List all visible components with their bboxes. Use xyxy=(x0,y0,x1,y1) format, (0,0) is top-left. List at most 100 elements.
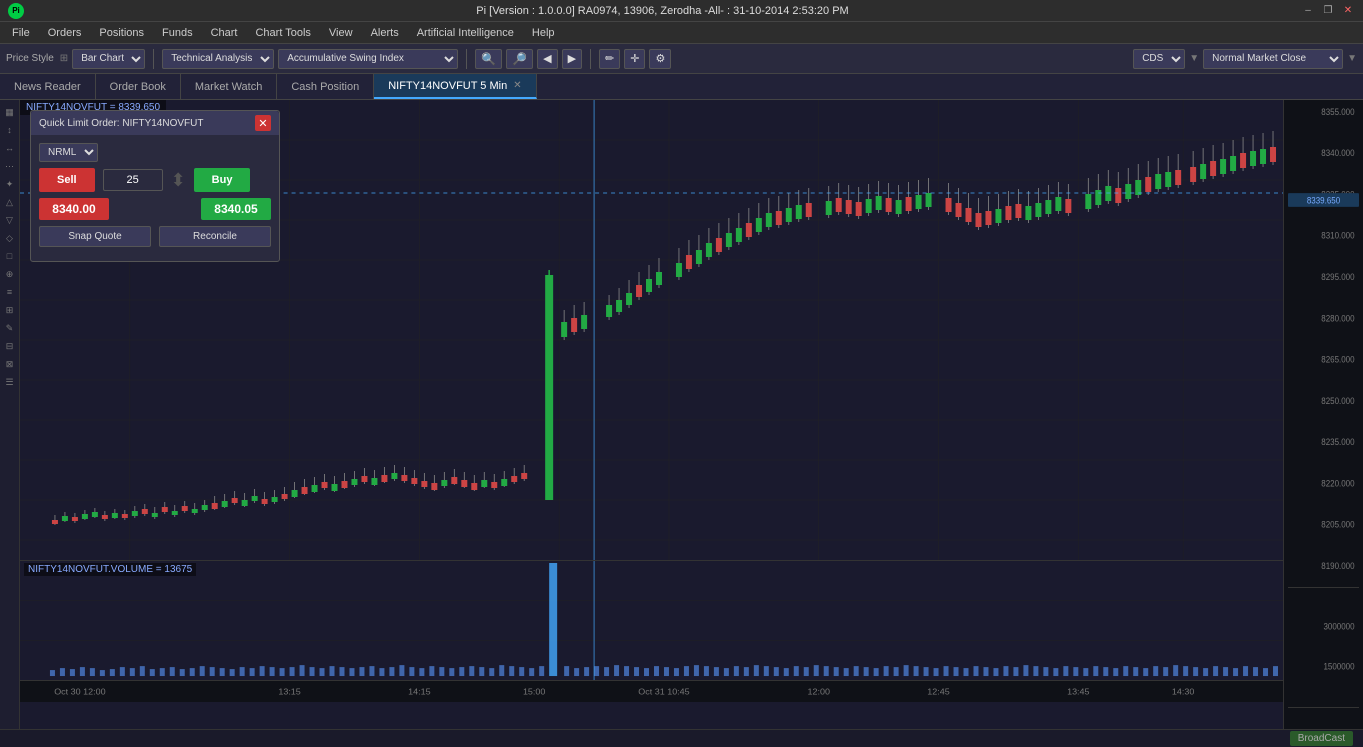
svg-text:8355.000: 8355.000 xyxy=(1321,106,1354,117)
window-controls: – ❐ ✕ xyxy=(1301,4,1355,18)
candle-group-1315 xyxy=(292,465,398,498)
qty-spinner[interactable]: ⬍ xyxy=(171,170,186,191)
candle-group-mid1 xyxy=(212,487,288,510)
quick-order-close[interactable]: ✕ xyxy=(255,115,271,131)
menu-positions[interactable]: Positions xyxy=(91,25,152,41)
candle-group-1200 xyxy=(826,178,932,219)
close-button[interactable]: ✕ xyxy=(1341,4,1355,18)
sidebar-icon-2[interactable]: ↕ xyxy=(2,122,18,138)
menu-bar: File Orders Positions Funds Chart Chart … xyxy=(0,22,1363,44)
time-axis: Oct 30 12:00 13:15 14:15 15:00 Oct 31 10… xyxy=(20,680,1283,702)
nav-fwd-btn[interactable]: ▶ xyxy=(562,49,582,69)
main-content: ▦ ↕ ↔ ⋯ ✦ △ ▽ ◇ □ ⊕ ≡ ⊞ ✎ ⊟ ⊠ ☰ NIFTY14N… xyxy=(0,100,1363,729)
cds-dropdown-icon: ▼ xyxy=(1189,53,1199,64)
crosshair-btn[interactable]: ✛ xyxy=(624,49,645,69)
cds-select[interactable]: CDS xyxy=(1133,49,1185,69)
tab-close-icon[interactable]: ✕ xyxy=(513,80,521,91)
quick-order-panel: Quick Limit Order: NIFTY14NOVFUT ✕ NRML … xyxy=(30,110,280,262)
sidebar-icon-8[interactable]: ◇ xyxy=(2,230,18,246)
sidebar-icon-10[interactable]: ⊕ xyxy=(2,266,18,282)
buy-button[interactable]: Buy xyxy=(194,168,251,192)
candle-group-1430 xyxy=(1190,131,1276,185)
sidebar-icon-4[interactable]: ⋯ xyxy=(2,158,18,174)
svg-text:8339.650: 8339.650 xyxy=(1307,195,1340,206)
svg-text:13:45: 13:45 xyxy=(1067,687,1090,697)
indicator-select[interactable]: Accumulative Swing Index xyxy=(278,49,458,69)
menu-ai[interactable]: Artificial Intelligence xyxy=(409,25,522,41)
sell-button[interactable]: Sell xyxy=(39,168,95,192)
toolbar: Price Style ⊞ Bar Chart Technical Analys… xyxy=(0,44,1363,74)
market-close-select[interactable]: Normal Market Close xyxy=(1203,49,1343,69)
vol-scale-svg: 3000000 1500000 xyxy=(1288,587,1359,707)
sidebar-icon-5[interactable]: ✦ xyxy=(2,176,18,192)
candle-group-1415 xyxy=(401,465,527,491)
svg-text:12:00: 12:00 xyxy=(807,687,830,697)
quick-order-body: NRML Sell ⬍ Buy 8340.00 8340.05 xyxy=(31,135,279,261)
divider-3 xyxy=(590,49,591,69)
candle-group-1245 xyxy=(946,182,1072,230)
chart-type-select[interactable]: Bar Chart xyxy=(72,49,145,69)
menu-file[interactable]: File xyxy=(4,25,38,41)
app-logo: Pi xyxy=(8,3,24,19)
candle-group-1500 xyxy=(545,270,587,500)
svg-text:14:15: 14:15 xyxy=(408,687,431,697)
sidebar-icon-9[interactable]: □ xyxy=(2,248,18,264)
price-scale: Nifty 8,292.55 123.35 1.51% Sensex 27,72… xyxy=(1283,100,1363,729)
order-type-select[interactable]: NRML xyxy=(39,143,98,162)
price-style-label: Price Style xyxy=(6,53,54,64)
sidebar-icon-12[interactable]: ⊞ xyxy=(2,302,18,318)
tab-news-reader[interactable]: News Reader xyxy=(0,74,96,99)
sidebar-icon-13[interactable]: ✎ xyxy=(2,320,18,336)
sell-price: 8340.00 xyxy=(39,198,109,220)
menu-alerts[interactable]: Alerts xyxy=(363,25,407,41)
zoom-out-btn[interactable]: 🔎 xyxy=(506,49,533,69)
menu-chart[interactable]: Chart xyxy=(203,25,246,41)
tabs-bar: News Reader Order Book Market Watch Cash… xyxy=(0,74,1363,100)
volume-label: NIFTY14NOVFUT.VOLUME = 13675 xyxy=(24,563,196,576)
svg-text:14:30: 14:30 xyxy=(1172,687,1195,697)
svg-text:Oct 30 12:00: Oct 30 12:00 xyxy=(54,687,106,697)
svg-text:8220.000: 8220.000 xyxy=(1321,478,1354,489)
volume-chart: NIFTY14NOVFUT.VOLUME = 13675 xyxy=(20,560,1283,680)
svg-text:8340.000: 8340.000 xyxy=(1321,147,1354,158)
sidebar-icon-3[interactable]: ↔ xyxy=(2,140,18,156)
title-bar: Pi Pi [Version : 1.0.0.0] RA0974, 13906,… xyxy=(0,0,1363,22)
reconcile-button[interactable]: Reconcile xyxy=(159,226,271,247)
menu-chart-tools[interactable]: Chart Tools xyxy=(247,25,318,41)
svg-text:8190.000: 8190.000 xyxy=(1321,560,1354,571)
draw-btn[interactable]: ✏ xyxy=(599,49,620,69)
main-chart[interactable]: NIFTY14NOVFUT = 8339.650 zerobrokerage.c… xyxy=(20,100,1283,560)
sidebar-icon-11[interactable]: ≡ xyxy=(2,284,18,300)
svg-text:8205.000: 8205.000 xyxy=(1321,519,1354,530)
sidebar-icon-16[interactable]: ☰ xyxy=(2,374,18,390)
restore-button[interactable]: ❐ xyxy=(1321,4,1335,18)
tab-market-watch[interactable]: Market Watch xyxy=(181,74,277,99)
svg-text:8235.000: 8235.000 xyxy=(1321,436,1354,447)
order-type-row: NRML xyxy=(39,143,271,162)
menu-help[interactable]: Help xyxy=(524,25,563,41)
menu-orders[interactable]: Orders xyxy=(40,25,90,41)
chart-container: NIFTY14NOVFUT = 8339.650 zerobrokerage.c… xyxy=(20,100,1283,729)
tab-order-book[interactable]: Order Book xyxy=(96,74,181,99)
menu-funds[interactable]: Funds xyxy=(154,25,201,41)
time-scale-spacer xyxy=(1288,707,1359,729)
settings-btn[interactable]: ⚙ xyxy=(649,49,671,69)
sidebar-icon-6[interactable]: △ xyxy=(2,194,18,210)
tab-cash-position[interactable]: Cash Position xyxy=(277,74,374,99)
nav-back-btn[interactable]: ◀ xyxy=(537,49,557,69)
technical-analysis-select[interactable]: Technical Analysis xyxy=(162,49,274,69)
menu-view[interactable]: View xyxy=(321,25,361,41)
quantity-input[interactable] xyxy=(103,169,163,191)
zoom-in-btn[interactable]: 🔍 xyxy=(475,49,502,69)
price-row: 8340.00 8340.05 xyxy=(39,198,271,220)
sidebar-icon-15[interactable]: ⊠ xyxy=(2,356,18,372)
sidebar-icon-1[interactable]: ▦ xyxy=(2,104,18,120)
tab-nifty-chart[interactable]: NIFTY14NOVFUT 5 Min ✕ xyxy=(374,74,536,99)
candle-group-oct30-12 xyxy=(132,500,208,519)
market-dropdown-icon: ▼ xyxy=(1347,53,1357,64)
sidebar-icon-7[interactable]: ▽ xyxy=(2,212,18,228)
sidebar-icon-14[interactable]: ⊟ xyxy=(2,338,18,354)
minimize-button[interactable]: – xyxy=(1301,4,1315,18)
snap-quote-button[interactable]: Snap Quote xyxy=(39,226,151,247)
divider-2 xyxy=(466,49,467,69)
